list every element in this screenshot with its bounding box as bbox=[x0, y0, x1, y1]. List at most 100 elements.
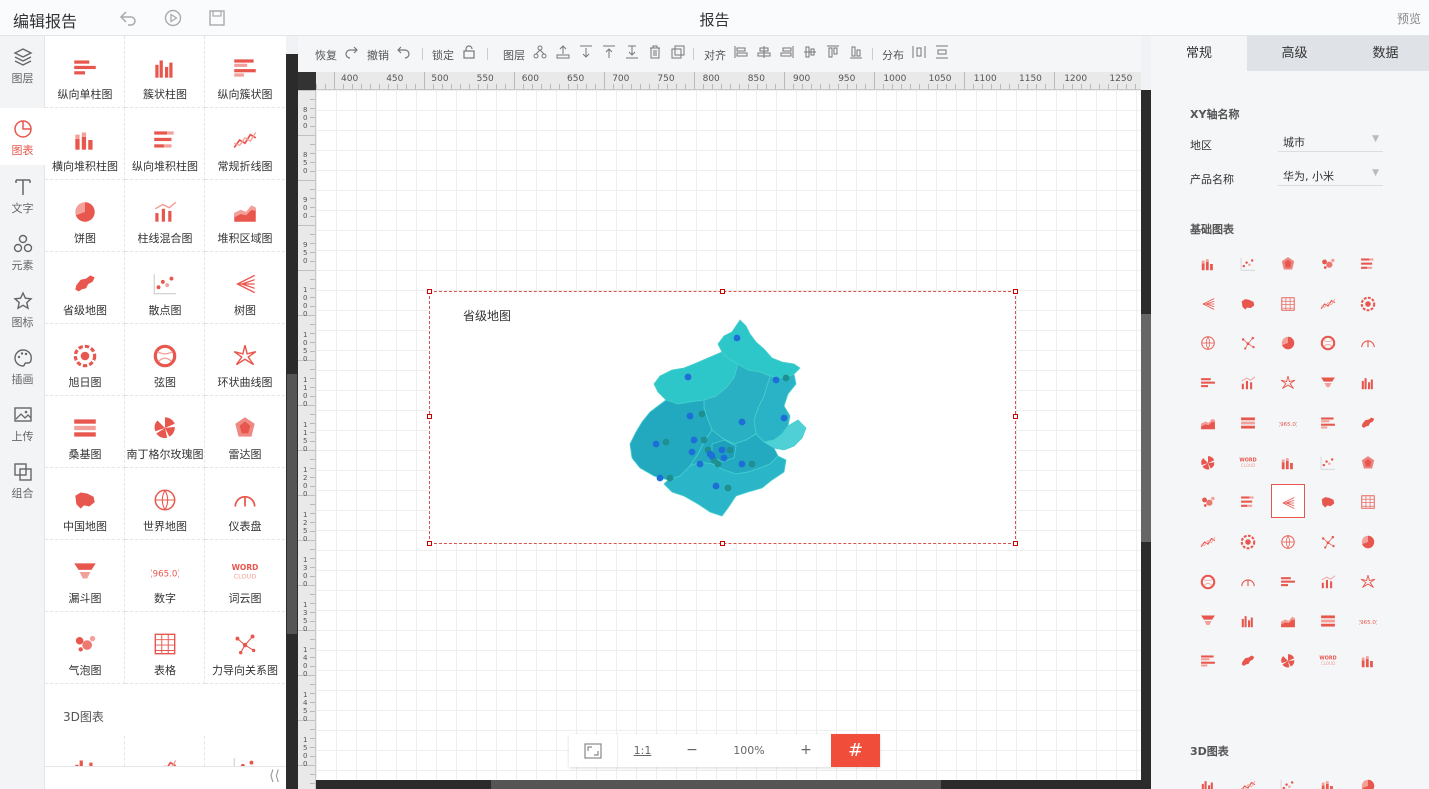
chart-type-option[interactable] bbox=[1191, 286, 1225, 320]
nav-icons[interactable]: 图标 bbox=[0, 280, 45, 337]
resize-handle-w[interactable] bbox=[427, 414, 432, 419]
component-hbar[interactable]: 纵向单柱图 bbox=[45, 36, 125, 108]
component-force-graph[interactable]: 力导向关系图 bbox=[205, 612, 285, 684]
chart-type-option[interactable] bbox=[1311, 246, 1345, 280]
component-radial-line[interactable]: 环状曲线图 bbox=[205, 324, 285, 396]
component-hcluster[interactable]: 纵向簇状图 bbox=[205, 36, 285, 108]
chart-type-option[interactable] bbox=[1271, 484, 1305, 519]
scrollbar-thumb[interactable] bbox=[1141, 314, 1151, 542]
chart-type-option[interactable] bbox=[1231, 325, 1265, 359]
copy-icon[interactable] bbox=[671, 45, 685, 59]
chart-type-option[interactable] bbox=[1271, 524, 1305, 558]
chart-type-option[interactable] bbox=[1351, 643, 1385, 677]
component-funnel[interactable]: 漏斗图 bbox=[45, 540, 125, 612]
chart-type-option[interactable] bbox=[1271, 325, 1305, 359]
chart-type-option[interactable] bbox=[1191, 524, 1225, 558]
scrollbar-thumb[interactable] bbox=[287, 374, 297, 634]
chart-type-option[interactable]: (965.0) bbox=[1351, 603, 1385, 637]
layer-tree-icon[interactable] bbox=[533, 45, 547, 59]
chart-type-option[interactable] bbox=[1351, 564, 1385, 598]
chart-3d-option[interactable] bbox=[1191, 768, 1225, 789]
panel-scrollbar[interactable] bbox=[286, 54, 298, 789]
redo-icon[interactable] bbox=[344, 45, 358, 59]
component-sunburst[interactable]: 旭日图 bbox=[45, 324, 125, 396]
distribute-v-icon[interactable] bbox=[935, 45, 949, 59]
resize-handle-ne[interactable] bbox=[1013, 289, 1018, 294]
chart-type-option[interactable] bbox=[1271, 603, 1305, 637]
component-sankey[interactable]: 桑基图 bbox=[45, 396, 125, 468]
component-pie[interactable]: 饼图 bbox=[45, 180, 125, 252]
chart-type-option[interactable] bbox=[1311, 286, 1345, 320]
align-right-icon[interactable] bbox=[780, 45, 794, 59]
chart-type-option[interactable] bbox=[1351, 445, 1385, 479]
send-backward-icon[interactable] bbox=[579, 45, 593, 59]
chart-type-option[interactable] bbox=[1311, 564, 1345, 598]
component-hstack[interactable]: 纵向堆积柱图 bbox=[125, 108, 205, 180]
zoom-out-button[interactable]: − bbox=[667, 734, 717, 767]
align-left-icon[interactable] bbox=[734, 45, 748, 59]
bring-to-front-icon[interactable] bbox=[602, 45, 616, 59]
region-select[interactable]: 城市 ▼ bbox=[1278, 132, 1383, 152]
component-number[interactable]: (965.0) 数字 bbox=[125, 540, 205, 612]
resize-handle-nw[interactable] bbox=[427, 289, 432, 294]
align-center-h-icon[interactable] bbox=[757, 45, 771, 59]
chart-type-option[interactable] bbox=[1191, 564, 1225, 598]
chart-3d-option[interactable] bbox=[1271, 768, 1305, 789]
product-select[interactable]: 华为, 小米 ▼ bbox=[1278, 166, 1383, 186]
tab-general[interactable]: 常规 bbox=[1151, 36, 1247, 71]
undo-button[interactable]: 撤销 bbox=[367, 47, 389, 63]
undo-icon[interactable] bbox=[118, 8, 138, 28]
chart-type-option[interactable] bbox=[1191, 603, 1225, 637]
component-word-cloud[interactable]: WORD CLOUD 词云图 bbox=[205, 540, 285, 612]
resize-handle-s[interactable] bbox=[720, 541, 725, 546]
component-tree[interactable]: 树图 bbox=[205, 252, 285, 324]
nav-charts[interactable]: 图表 bbox=[0, 108, 45, 165]
resize-handle-n[interactable] bbox=[720, 289, 725, 294]
chart-type-option[interactable] bbox=[1351, 325, 1385, 359]
component-gauge[interactable]: 仪表盘 bbox=[205, 468, 285, 540]
chart-type-option[interactable] bbox=[1311, 445, 1345, 479]
chart-type-option[interactable] bbox=[1271, 365, 1305, 399]
chart-type-option[interactable] bbox=[1311, 524, 1345, 558]
nav-upload[interactable]: 上传 bbox=[0, 394, 45, 451]
tab-data[interactable]: 数据 bbox=[1342, 36, 1429, 71]
save-icon[interactable] bbox=[207, 8, 227, 28]
chart-type-option[interactable]: (965.0) bbox=[1271, 405, 1305, 439]
send-to-back-icon[interactable] bbox=[625, 45, 639, 59]
chart-type-option[interactable] bbox=[1311, 325, 1345, 359]
tab-advanced[interactable]: 高级 bbox=[1247, 36, 1342, 71]
nav-group[interactable]: 组合 bbox=[0, 451, 45, 508]
play-icon[interactable] bbox=[163, 8, 183, 28]
lock-button[interactable]: 锁定 bbox=[432, 47, 454, 63]
chart-type-option[interactable] bbox=[1271, 246, 1305, 280]
resize-handle-e[interactable] bbox=[1013, 414, 1018, 419]
chart-type-option[interactable]: WORD CLOUD bbox=[1231, 445, 1265, 479]
grid-toggle-button[interactable]: # bbox=[831, 734, 880, 767]
component-radar[interactable]: 雷达图 bbox=[205, 396, 285, 468]
chart-type-option[interactable] bbox=[1191, 405, 1225, 439]
component-world-map[interactable]: 世界地图 bbox=[125, 468, 205, 540]
chart-type-option[interactable] bbox=[1191, 246, 1225, 280]
chart-3d-option[interactable] bbox=[1351, 768, 1385, 789]
chart-type-option[interactable] bbox=[1191, 365, 1225, 399]
chart-type-option[interactable] bbox=[1351, 246, 1385, 280]
chart-type-option[interactable] bbox=[1231, 564, 1265, 598]
component-bubble[interactable]: 气泡图 bbox=[45, 612, 125, 684]
component-scatter[interactable]: 散点图 bbox=[125, 252, 205, 324]
chart-type-option[interactable] bbox=[1191, 643, 1225, 677]
component-line[interactable]: 常规折线图 bbox=[205, 108, 285, 180]
component-stack-bar[interactable]: 横向堆积柱图 bbox=[45, 108, 125, 180]
chart-type-option[interactable] bbox=[1351, 405, 1385, 439]
component-3d-chart[interactable] bbox=[205, 736, 285, 779]
chart-type-option[interactable] bbox=[1191, 325, 1225, 359]
component-cluster-bar[interactable]: 簇状柱图 bbox=[125, 36, 205, 108]
resize-handle-sw[interactable] bbox=[427, 541, 432, 546]
chart-type-option[interactable] bbox=[1231, 286, 1265, 320]
chart-type-option[interactable] bbox=[1271, 564, 1305, 598]
align-middle-v-icon[interactable] bbox=[803, 45, 817, 59]
chart-type-option[interactable] bbox=[1271, 643, 1305, 677]
component-table[interactable]: 表格 bbox=[125, 612, 205, 684]
chart-type-option[interactable] bbox=[1271, 445, 1305, 479]
chart-type-option[interactable] bbox=[1311, 365, 1345, 399]
chart-type-option[interactable] bbox=[1351, 484, 1385, 518]
